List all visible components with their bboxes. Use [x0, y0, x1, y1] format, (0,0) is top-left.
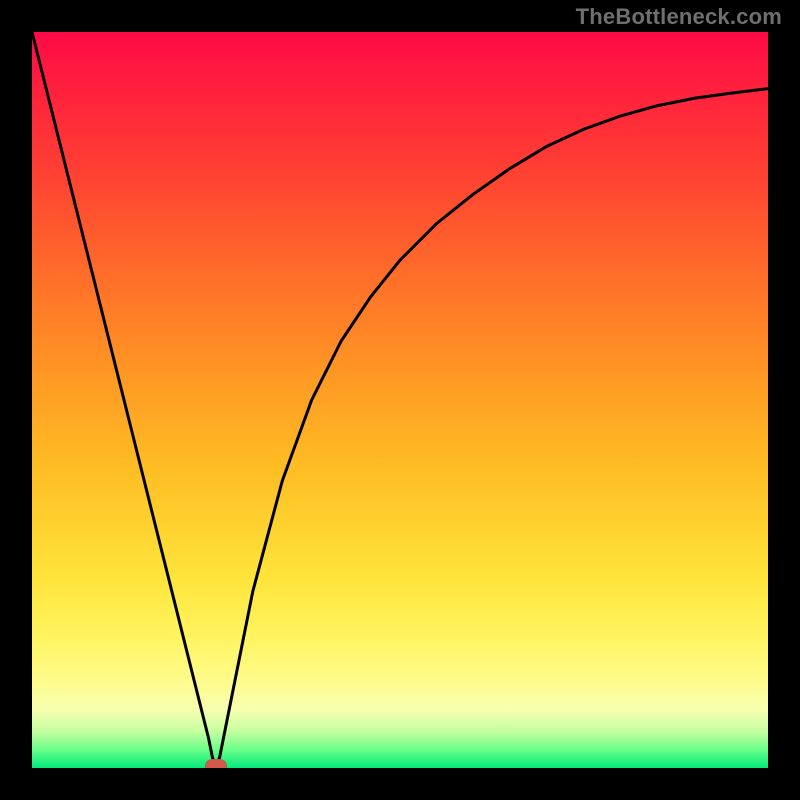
- minimum-marker: [205, 759, 227, 768]
- attribution-text: TheBottleneck.com: [576, 4, 782, 30]
- chart-frame: TheBottleneck.com: [0, 0, 800, 800]
- bottleneck-curve: [32, 32, 768, 768]
- plot-area: [32, 32, 768, 768]
